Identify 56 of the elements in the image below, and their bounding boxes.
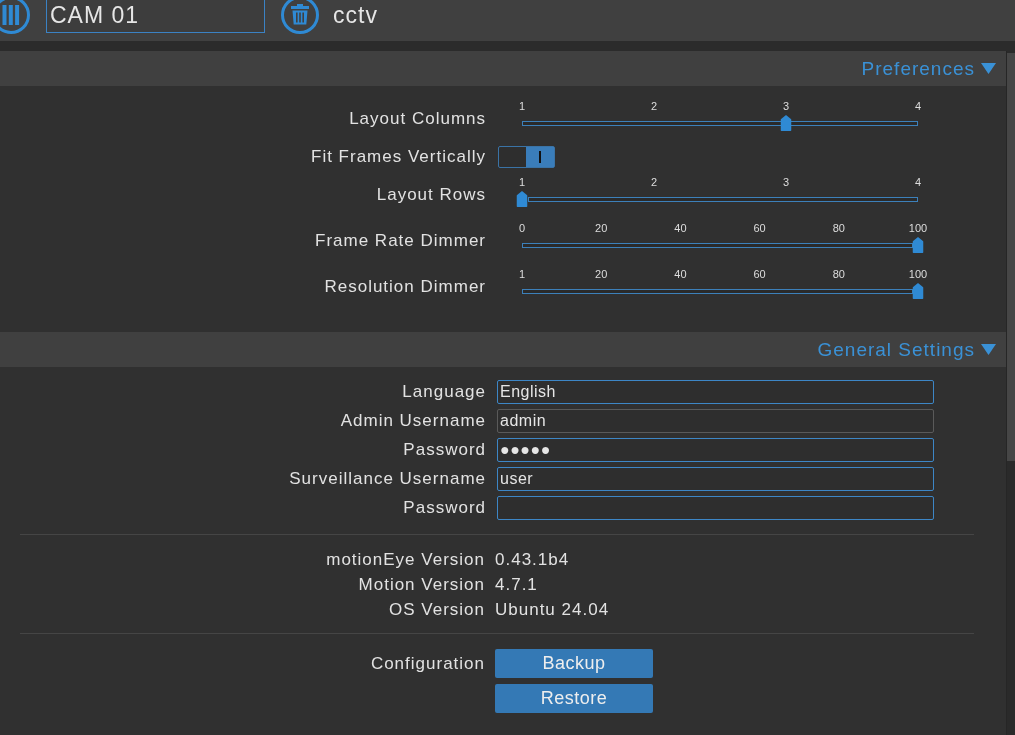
tick-label: 2 <box>650 100 658 112</box>
field-label: Surveillance Username <box>288 469 486 489</box>
tick-label: 0 <box>518 222 526 234</box>
version-label: Motion Version <box>357 574 485 595</box>
setting-label: Frame Rate Dimmer <box>314 230 486 252</box>
version-value: Ubuntu 24.04 <box>495 599 611 620</box>
scrollbar[interactable] <box>1006 51 1015 735</box>
config-button[interactable]: Backup <box>495 649 653 678</box>
text-field[interactable]: ●●●●● <box>497 438 934 462</box>
slider-thumb[interactable] <box>516 191 528 207</box>
slider-thumb[interactable] <box>912 237 924 253</box>
tick-label: 20 <box>595 268 608 280</box>
version-label: OS Version <box>388 599 485 620</box>
config-button[interactable]: Restore <box>495 684 653 713</box>
setting-label: Layout Columns <box>348 108 486 130</box>
tick-label: 40 <box>674 268 687 280</box>
slider-thumb[interactable] <box>912 283 924 299</box>
trash-icon[interactable] <box>281 0 319 34</box>
pause-icon[interactable] <box>0 0 30 34</box>
field-label: Password <box>402 440 486 460</box>
tick-label: 2 <box>650 176 658 188</box>
field-label: Language <box>401 382 486 402</box>
tick-label: 3 <box>782 176 790 188</box>
tick-label: 60 <box>753 268 766 280</box>
caret-icon[interactable] <box>981 63 996 74</box>
tick-label: 20 <box>595 222 608 234</box>
tick-label: 1 <box>518 268 526 280</box>
setting-label: Resolution Dimmer <box>323 276 486 298</box>
text-field[interactable]: user <box>497 467 934 491</box>
field-label: Password <box>402 498 486 518</box>
host-label: cctv <box>333 1 378 30</box>
tick-label: 100 <box>908 268 928 280</box>
version-value: 4.7.1 <box>495 574 539 595</box>
setting-label: Layout Rows <box>375 184 486 206</box>
text-field[interactable] <box>497 496 934 520</box>
field-label: Admin Username <box>339 411 486 431</box>
caret-icon[interactable] <box>981 344 996 355</box>
version-value: 0.43.1b4 <box>495 549 571 570</box>
tick-label: 60 <box>753 222 766 234</box>
version-label: motionEye Version <box>325 549 485 570</box>
tick-label: 1 <box>518 100 526 112</box>
tick-label: 3 <box>782 100 790 112</box>
slider-thumb[interactable] <box>780 115 792 131</box>
tick-label: 40 <box>674 222 687 234</box>
tick-label: 80 <box>832 268 845 280</box>
tick-label: 80 <box>832 222 845 234</box>
config-label: Configuration <box>369 653 485 675</box>
tick-label: 4 <box>914 100 922 112</box>
scrollbar-thumb[interactable] <box>1007 53 1015 461</box>
tick-label: 100 <box>908 222 928 234</box>
setting-label: Fit Frames Vertically <box>310 147 486 167</box>
tick-label: 1 <box>518 176 526 188</box>
text-field[interactable]: English <box>497 380 934 404</box>
toggle-switch[interactable] <box>498 146 555 168</box>
camera-name-field[interactable]: CAM 01 <box>46 0 265 33</box>
tick-label: 4 <box>914 176 922 188</box>
